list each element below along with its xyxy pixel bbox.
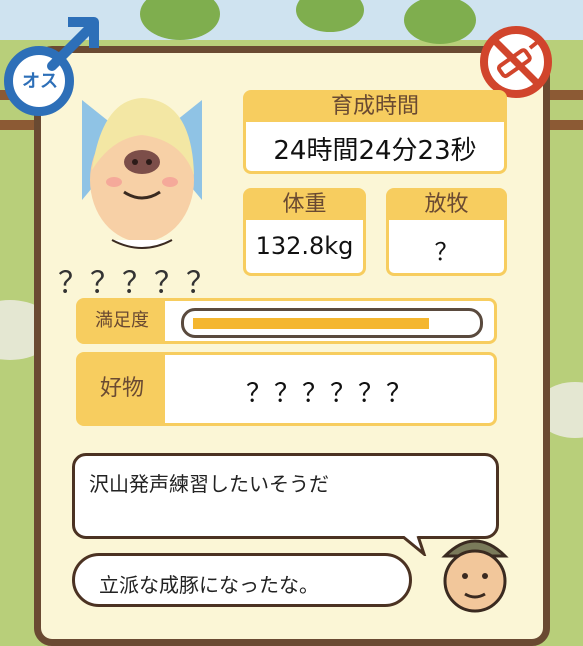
grazing-value: ？ [434,238,459,266]
farmer-character-icon [441,539,509,613]
satisfaction-bar [181,308,483,338]
favorite-row: 好物 ？？？？？？ [76,352,497,426]
favorite-value: ？？？？？？ [245,379,414,409]
rearing-time-value: 24時間24分23秒 [273,136,477,166]
pig-message: 沢山発声練習したいそうだ [89,472,329,496]
rearing-time-value-box: 24時間24分23秒 [243,122,507,174]
weight-value: 132.8kg [255,232,354,260]
pig-character-icon [82,98,202,249]
pig-name: ？？？？？ [58,266,218,301]
bubble-tail [401,536,427,556]
satisfaction-row: 満足度 [76,298,497,344]
grazing-label: 放牧 [386,188,507,222]
favorite-label: 好物 [79,355,165,423]
male-symbol-icon [47,17,99,71]
satisfaction-bar-fill [193,318,429,329]
rearing-time-label: 育成時間 [243,90,507,124]
satisfaction-label: 満足度 [79,301,165,341]
weight-label: 体重 [243,188,366,222]
farmer-speech-bubble: 立派な成豚になったな。 [72,553,412,607]
farmer-message: 立派な成豚になったな。 [99,573,319,597]
weight-value-box: 132.8kg [243,220,366,276]
grazing-value-box: ？ [386,220,507,276]
